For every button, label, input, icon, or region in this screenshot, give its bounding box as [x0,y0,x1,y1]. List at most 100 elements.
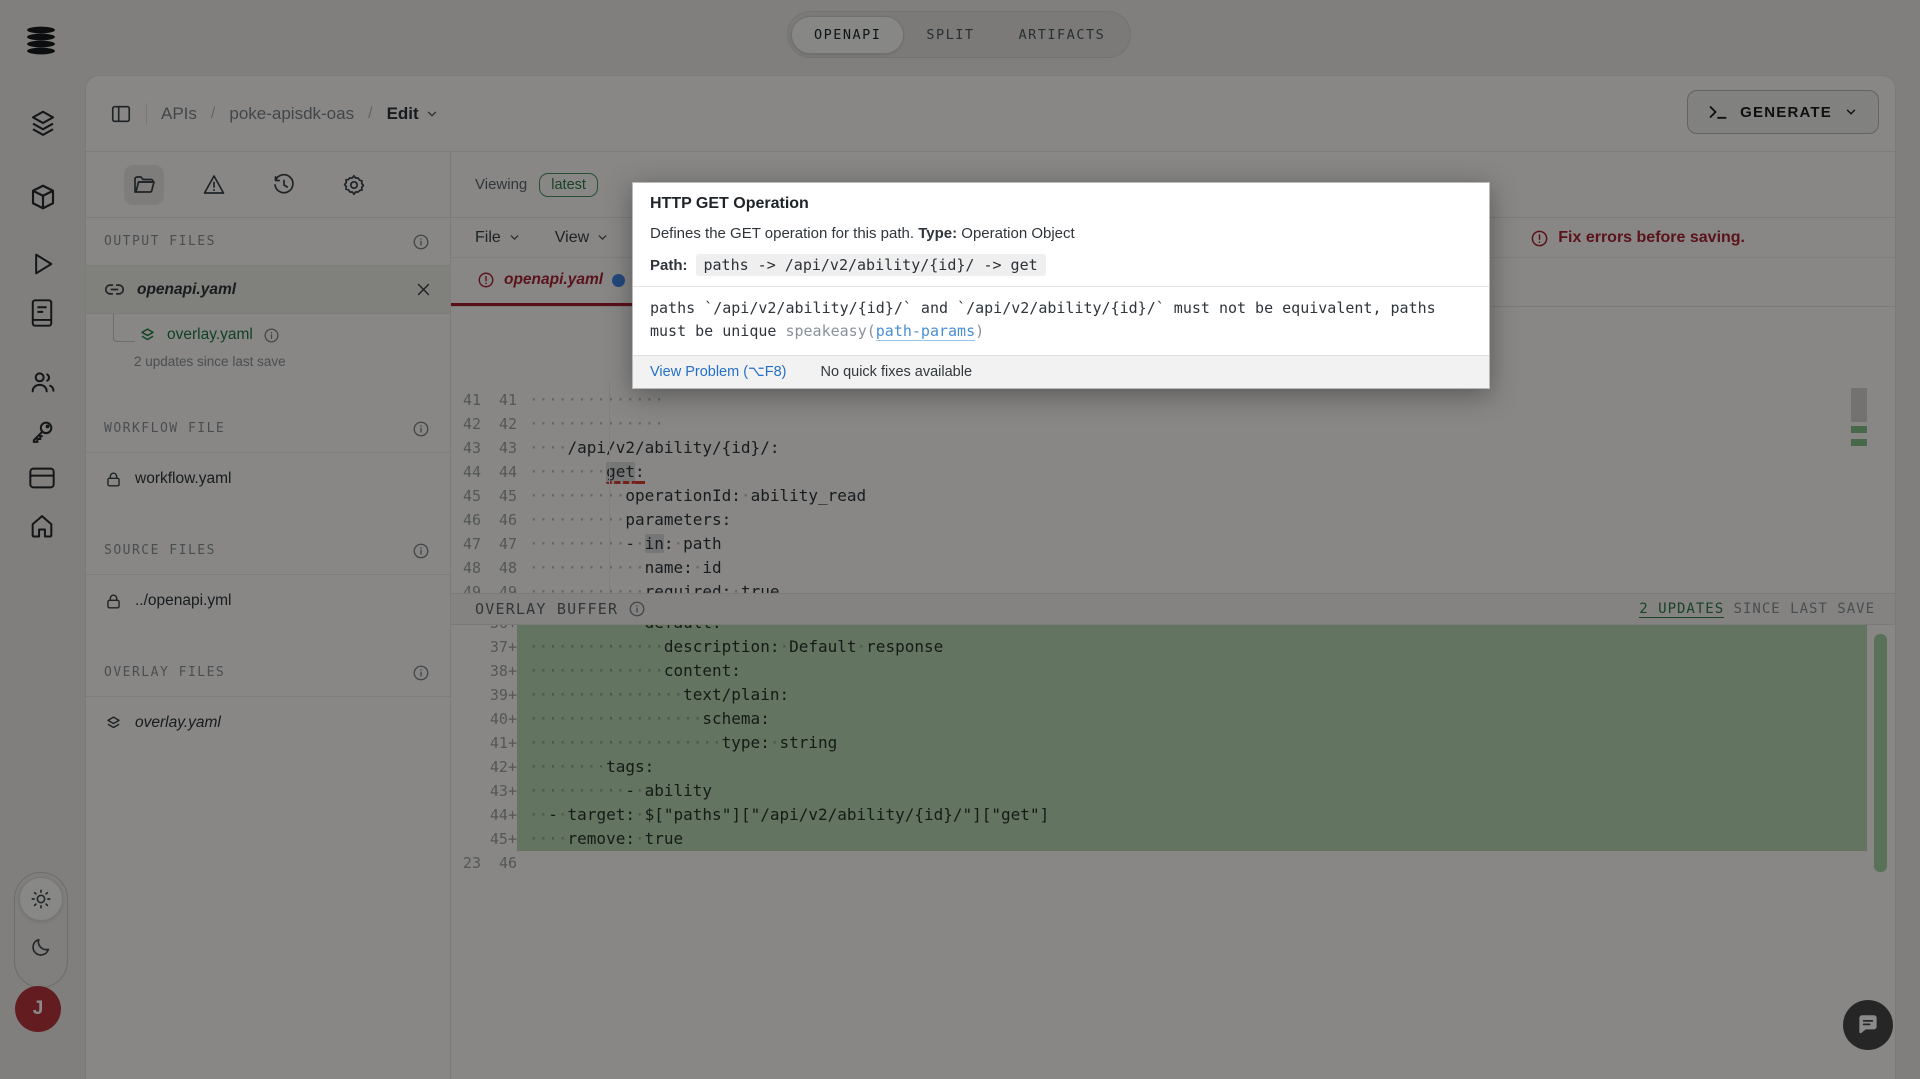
file-row-overlay-yaml[interactable]: overlay.yaml [86,697,450,749]
hover-tooltip: HTTP GET Operation Defines the GET opera… [632,182,1490,389]
version-badge: latest [539,172,598,197]
diff-line[interactable]: 36+············default: [451,625,1895,635]
info-icon[interactable] [263,327,280,344]
line-content: ··········operationId:·ability_read [529,486,867,505]
updates-note: 2 updates since last save [134,354,286,369]
generate-button[interactable]: GENERATE [1687,90,1879,134]
speakeasy-logo-icon[interactable] [22,24,60,58]
line-number [451,635,481,659]
scrollbar-thumb[interactable] [1851,388,1867,422]
user-avatar[interactable]: J [15,986,61,1032]
info-icon[interactable] [412,542,430,560]
api-keys-key-nav-icon[interactable] [28,418,56,446]
billing-card-nav-icon[interactable] [28,466,56,490]
section-output-files: OUTPUT FILES [86,218,450,266]
chat-support-button[interactable] [1843,1000,1893,1050]
package-nav-icon[interactable] [28,182,58,212]
mode-tab-openapi[interactable]: OPENAPI [791,15,905,54]
view-problem-link[interactable]: View Problem (⌥F8) [650,364,787,380]
line-number: 44 [498,463,517,481]
line-number: 41 [498,391,517,409]
info-icon[interactable] [412,233,430,251]
home-nav-icon[interactable] [28,512,56,540]
diff-line[interactable]: 42+ ········tags: [451,755,1895,779]
line-number [451,731,481,755]
line-number: 45 [498,487,517,505]
file-row-workflow-yaml[interactable]: workflow.yaml [86,453,450,505]
error-banner-text: Fix errors before saving. [1558,229,1745,246]
section-source-files: SOURCE FILES [86,527,450,575]
history-tab-clock-icon[interactable] [264,165,304,205]
overlay-buffer-title: OVERLAY BUFFER [475,600,619,618]
files-tab-folder-icon[interactable] [124,164,164,205]
light-mode-sun-icon[interactable] [19,877,63,921]
file-row-openapi-yaml[interactable]: openapi.yaml [86,266,450,314]
line-number: 36+ [481,625,517,635]
diff-line[interactable]: 40+ ··················schema: [451,707,1895,731]
diff-line[interactable]: 23 46 [451,851,1895,875]
updates-link[interactable]: 2 UPDATES [1639,601,1725,618]
path-params-link[interactable]: path-params [875,322,976,341]
file-row-source-openapi-yml[interactable]: ../openapi.yml [86,575,450,627]
settings-tab-gear-icon[interactable] [334,165,374,205]
overview-ruler[interactable] [1851,388,1867,452]
error-banner: Fix errors before saving. [1530,218,1745,258]
sidebar-tabs [86,152,450,218]
editor-line[interactable]: 42 42 ·············· [451,412,1895,436]
problems-tab-warning-icon[interactable] [194,165,234,205]
diff-line[interactable]: 41+ ····················type:·string [451,731,1895,755]
editor-line[interactable]: 47 47 ··········-·in:·path [451,532,1895,556]
info-icon[interactable] [628,600,646,618]
mode-tab-artifacts[interactable]: ARTIFACTS [997,17,1128,53]
editor-line[interactable]: 45 45 ··········operationId:·ability_read [451,484,1895,508]
editor-line[interactable]: 46 46 ··········parameters: [451,508,1895,532]
line-content: ·············· [529,414,664,433]
info-icon[interactable] [412,664,430,682]
section-workflow-file: WORKFLOW FILE [86,405,450,453]
file-row-overlay-child[interactable]: overlay.yaml [86,320,450,350]
info-icon[interactable] [412,420,430,438]
line-content: ··········-·in:·path [529,534,722,553]
line-number: 43 [462,439,481,457]
diff-line[interactable]: 37+ ··············description:·Default·re… [451,635,1895,659]
line-number: 44 [462,463,481,481]
chevron-down-icon [510,235,519,241]
mode-tab-split[interactable]: SPLIT [904,17,996,53]
line-number: 39+ [489,686,517,704]
editor-line[interactable]: 41 41 ·············· [451,388,1895,412]
layers-icon [104,714,123,733]
line-number: 47 [462,535,481,553]
line-content: ····/api/v2/ability/{id}/: [529,438,780,457]
diff-line[interactable]: 44+ ··-·target:·$["paths"]["/api/v2/abili… [451,803,1895,827]
sidebar-toggle-icon[interactable] [110,103,132,125]
file-name: overlay.yaml [167,326,253,343]
run-play-nav-icon[interactable] [28,250,56,278]
editor-line[interactable]: 48 48 ············name:·id [451,556,1895,580]
line-number [451,625,481,635]
layers-nav-icon[interactable] [28,108,58,138]
dark-mode-moon-icon[interactable] [19,925,63,969]
breadcrumb-workspace[interactable]: poke-apisdk-oas [229,104,354,124]
editor-line[interactable]: 43 43 ····/api/v2/ability/{id}/: [451,436,1895,460]
diff-line[interactable]: 39+ ················text/plain: [451,683,1895,707]
diff-line[interactable]: 45+ ····remove:·true [451,827,1895,851]
line-number: 48 [498,559,517,577]
tab-openapi-yaml[interactable]: openapi.yaml [451,257,641,306]
menu-view[interactable]: View [555,229,609,247]
docs-book-nav-icon[interactable] [28,298,56,328]
menu-file[interactable]: File [475,229,521,247]
section-overlay-files: OVERLAY FILES [86,649,450,697]
overlay-diff-editor[interactable]: 36+············default:37+··············… [451,625,1895,955]
close-icon[interactable] [415,281,432,298]
diff-line[interactable]: 43+ ··········-·ability [451,779,1895,803]
editor-line[interactable]: 44 44 ········get: [451,460,1895,484]
path-label: Path: [650,256,688,274]
breadcrumb-edit-dropdown[interactable]: Edit [387,104,439,124]
diff-line[interactable]: 38+ ··············content: [451,659,1895,683]
line-number [451,659,481,683]
theme-toggle [14,872,68,988]
users-nav-icon[interactable] [28,368,56,396]
breadcrumb-apis[interactable]: APIs [161,104,197,124]
line-content [517,851,1895,875]
diff-scrollbar[interactable] [1874,634,1887,872]
